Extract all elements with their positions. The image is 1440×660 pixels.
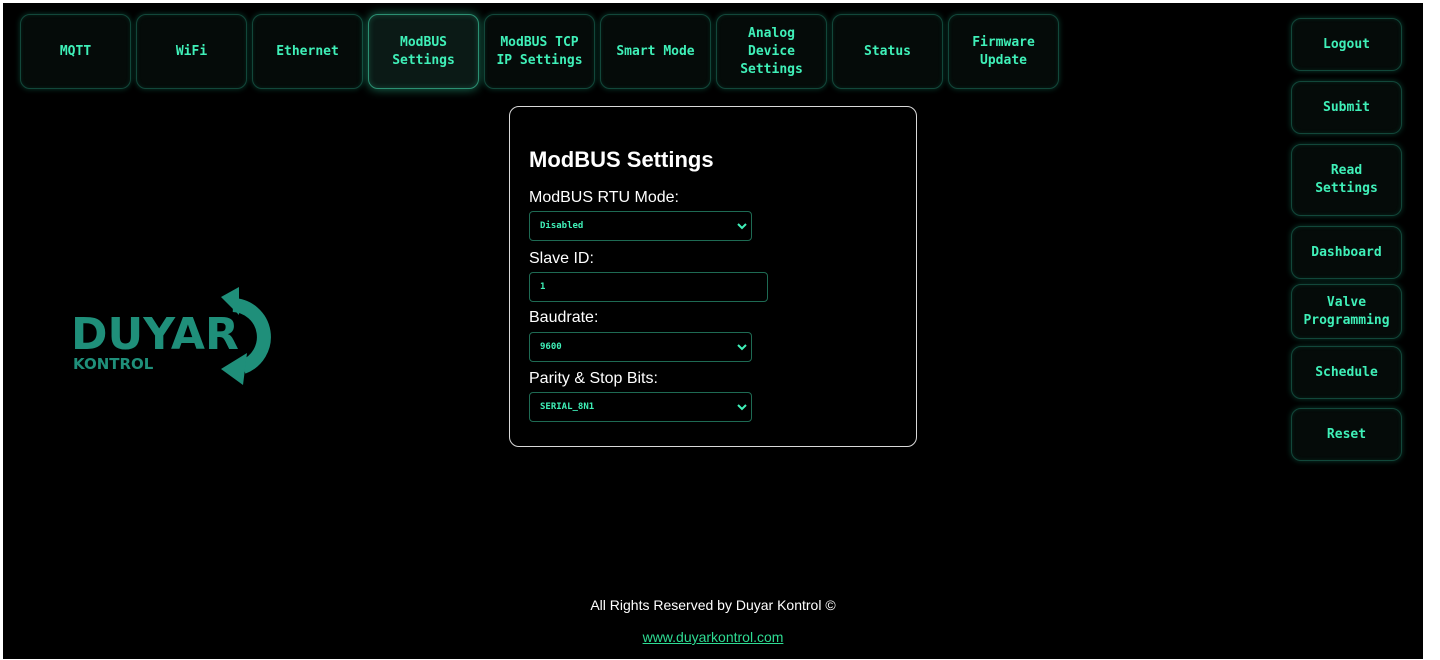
parity-select[interactable]: SERIAL_8N1 [529,392,752,422]
footer-website-link[interactable]: www.duyarkontrol.com [643,629,784,645]
tab-ethernet[interactable]: Ethernet [252,14,363,89]
slave-id-input[interactable]: 1 [529,272,768,302]
tab-analog-device-settings[interactable]: Analog Device Settings [716,14,827,89]
logout-button[interactable]: Logout [1291,18,1402,71]
tab-firmware-update[interactable]: Firmware Update [948,14,1059,89]
submit-button[interactable]: Submit [1291,81,1402,134]
dashboard-button[interactable]: Dashboard [1291,226,1402,279]
tab-smart-mode[interactable]: Smart Mode [600,14,711,89]
brand-logo-graphic: DUYAR KONTROL [71,287,271,385]
rtu-mode-label: ModBUS RTU Mode: [529,189,679,206]
schedule-button[interactable]: Schedule [1291,346,1402,399]
slave-id-value: 1 [540,282,546,292]
tab-mqtt[interactable]: MQTT [20,14,131,89]
chevron-down-icon [737,223,747,230]
read-settings-button[interactable]: Read Settings [1291,144,1402,216]
svg-text:DUYAR: DUYAR [71,309,239,360]
baudrate-label: Baudrate: [529,309,599,326]
valve-programming-button[interactable]: Valve Programming [1291,284,1402,339]
brand-logo: DUYAR KONTROL [71,285,285,389]
tab-wifi[interactable]: WiFi [136,14,247,89]
chevron-down-icon [737,344,747,351]
app-screen: MQTT WiFi Ethernet ModBUS Settings ModBU… [3,3,1423,659]
card-title: ModBUS Settings [529,147,714,172]
baudrate-value: 9600 [540,342,562,352]
tab-modbus-settings[interactable]: ModBUS Settings [368,14,479,89]
reset-button[interactable]: Reset [1291,408,1402,461]
parity-label: Parity & Stop Bits: [529,370,658,387]
chevron-down-icon [737,404,747,411]
tab-status[interactable]: Status [832,14,943,89]
tab-modbus-tcp-ip-settings[interactable]: ModBUS TCP IP Settings [484,14,595,89]
parity-value: SERIAL_8N1 [540,402,595,412]
modbus-settings-card: ModBUS Settings ModBUS RTU Mode: Disable… [509,106,917,447]
footer-copyright: All Rights Reserved by Duyar Kontrol © [590,597,836,613]
svg-text:KONTROL: KONTROL [73,355,154,373]
rtu-mode-value: Disabled [540,221,584,231]
slave-id-label: Slave ID: [529,250,594,267]
footer-link-wrap: www.duyarkontrol.com [3,629,1423,645]
baudrate-select[interactable]: 9600 [529,332,752,362]
rtu-mode-select[interactable]: Disabled [529,211,752,241]
